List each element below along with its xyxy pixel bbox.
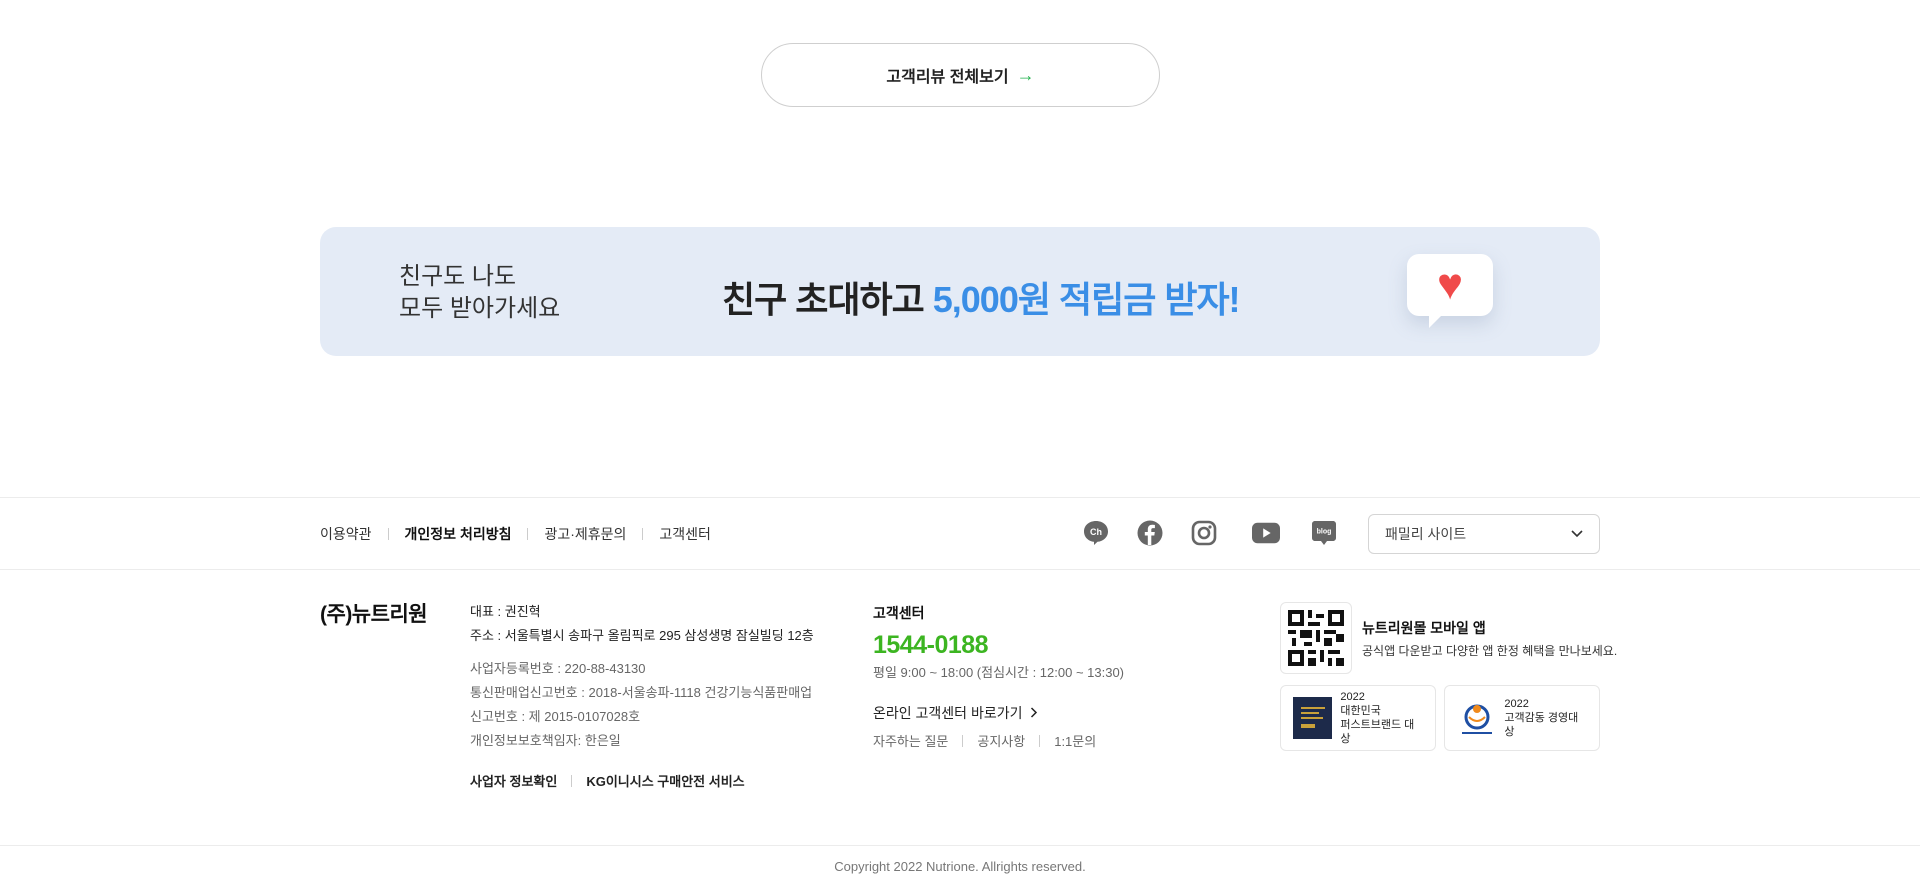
notice-link[interactable]: 공지사항 — [977, 731, 1025, 750]
inquiry-link[interactable]: 1:1문의 — [1054, 731, 1096, 750]
social-links: Ch blog — [1082, 519, 1338, 547]
company-privacy-officer: 개인정보보호책임자: 한은일 — [470, 733, 621, 748]
mobile-app-title: 뉴트리원몰 모바일 앱 — [1362, 619, 1486, 636]
faq-link[interactable]: 자주하는 질문 — [873, 731, 948, 750]
kakao-channel-icon[interactable]: Ch — [1082, 519, 1110, 547]
company-info: 대표 : 권진혁 주소 : 서울특별시 송파구 올림픽로 295 삼성생명 잠실… — [470, 602, 814, 790]
channel-icon-label: Ch — [1090, 527, 1102, 537]
banner-subtitle: 친구도 나도 모두 받아가세요 — [399, 261, 560, 325]
arrow-right-icon: → — [1016, 65, 1035, 85]
family-site-label: 패밀리 사이트 — [1385, 526, 1467, 542]
page: 고객리뷰 전체보기 → 친구도 나도 모두 받아가세요 친구 초대하고 5,00… — [0, 0, 1920, 888]
link-separator — [1039, 734, 1041, 747]
footer-divider-bottom — [0, 845, 1920, 846]
banner-subtitle-line2: 모두 받아가세요 — [399, 295, 561, 322]
banner-headline-highlight: 5,000원 적립금 받자! — [932, 279, 1241, 320]
customer-center-link[interactable]: 고객센터 — [659, 524, 711, 544]
customer-center: 고객센터 1544-0188 평일 9:00 ~ 18:00 (점심시간 : 1… — [873, 603, 1124, 750]
blog-icon[interactable]: blog — [1310, 519, 1338, 547]
link-separator — [962, 734, 964, 747]
company-biz-number: 사업자등록번호 : 220-88-43130 — [470, 661, 646, 676]
qr-code-icon — [1280, 602, 1352, 674]
online-customer-center-label: 온라인 고객센터 바로가기 — [873, 705, 1023, 721]
speech-bubble: ♥ — [1407, 254, 1493, 328]
link-separator — [571, 774, 573, 787]
company-verification-links: 사업자 정보확인 KG이니시스 구매안전 서비스 — [470, 771, 814, 790]
ad-partnership-link[interactable]: 광고·제휴문의 — [544, 524, 626, 544]
customer-center-hours: 평일 9:00 ~ 18:00 (점심시간 : 12:00 ~ 13:30) — [873, 665, 1125, 680]
footer-links: 이용약관 개인정보 처리방침 광고·제휴문의 고객센터 — [320, 524, 711, 544]
award-year: 2022 — [1504, 698, 1529, 710]
customer-center-title: 고객센터 — [873, 605, 925, 621]
link-separator — [642, 528, 644, 540]
award-year: 2022 — [1340, 691, 1365, 703]
banner-subtitle-line1: 친구도 나도 — [399, 263, 517, 290]
youtube-icon[interactable] — [1252, 519, 1280, 547]
blog-icon-label: blog — [1317, 529, 1332, 536]
banner-headline-text: 친구 초대하고 — [722, 279, 925, 320]
friend-invite-banner[interactable]: 친구도 나도 모두 받아가세요 친구 초대하고 5,000원 적립금 받자! ♥ — [320, 227, 1600, 356]
mobile-app-desc: 공식앱 다운받고 다양한 앱 한정 혜택을 만나보세요. — [1362, 643, 1618, 658]
footer-divider-top — [0, 497, 1920, 498]
mobile-app-text: 뉴트리원몰 모바일 앱 공식앱 다운받고 다양한 앱 한정 혜택을 만나보세요. — [1362, 618, 1617, 659]
customer-satisfaction-award-text: 2022 고객감동 경영대상 — [1504, 697, 1587, 739]
company-logo: (주)뉴트리원 — [320, 603, 428, 626]
award-line2: 퍼스트브랜드 대상 — [1340, 719, 1415, 745]
chevron-right-icon — [1031, 707, 1038, 718]
link-separator — [387, 528, 389, 540]
first-brand-award-icon — [1293, 697, 1333, 739]
company-mail-order-number: 통신판매업신고번호 : 2018-서울송파-1118 건강기능식품판매업 — [470, 685, 813, 700]
family-site-select[interactable]: 패밀리 사이트 — [1368, 514, 1600, 554]
customer-center-sublinks: 자주하는 질문 공지사항 1:1문의 — [873, 731, 1124, 750]
award-customer-satisfaction: 2022 고객감동 경영대상 — [1444, 685, 1600, 751]
award-line1: 대한민국 — [1340, 705, 1381, 717]
facebook-icon[interactable] — [1136, 519, 1164, 547]
award-line1: 고객감동 경영대상 — [1504, 712, 1579, 738]
online-customer-center-link[interactable]: 온라인 고객센터 바로가기 — [873, 703, 1124, 723]
company-ceo: 대표 : 권진혁 — [470, 604, 541, 619]
banner-headline: 친구 초대하고 5,000원 적립금 받자! — [722, 271, 1241, 323]
chevron-down-icon — [1571, 530, 1583, 538]
award-first-brand: 2022 대한민국 퍼스트브랜드 대상 — [1280, 685, 1436, 751]
biz-info-link[interactable]: 사업자 정보확인 — [470, 771, 557, 790]
heart-icon: ♥ — [1436, 260, 1464, 309]
terms-link[interactable]: 이용약관 — [320, 524, 372, 544]
kg-escrow-link[interactable]: KG이니시스 구매안전 서비스 — [586, 771, 744, 790]
view-all-reviews-label: 고객리뷰 전체보기 — [886, 69, 1009, 86]
instagram-icon[interactable] — [1190, 519, 1218, 547]
customer-center-phone: 1544-0188 — [873, 631, 989, 659]
company-report-number: 신고번호 : 제 2015-0107028호 — [470, 709, 641, 724]
link-separator — [527, 528, 529, 540]
privacy-policy-link[interactable]: 개인정보 처리방침 — [405, 524, 512, 544]
first-brand-award-text: 2022 대한민국 퍼스트브랜드 대상 — [1340, 690, 1423, 746]
footer-divider-nav — [0, 569, 1920, 570]
company-address: 주소 : 서울특별시 송파구 올림픽로 295 삼성생명 잠실빌딩 12층 — [470, 628, 814, 643]
mobile-app-promo[interactable]: 뉴트리원몰 모바일 앱 공식앱 다운받고 다양한 앱 한정 혜택을 만나보세요. — [1280, 602, 1617, 674]
customer-satisfaction-award-icon — [1457, 697, 1496, 739]
view-all-reviews-button[interactable]: 고객리뷰 전체보기 → — [761, 43, 1160, 107]
copyright: Copyright 2022 Nutrione. Allrights reser… — [834, 859, 1086, 874]
